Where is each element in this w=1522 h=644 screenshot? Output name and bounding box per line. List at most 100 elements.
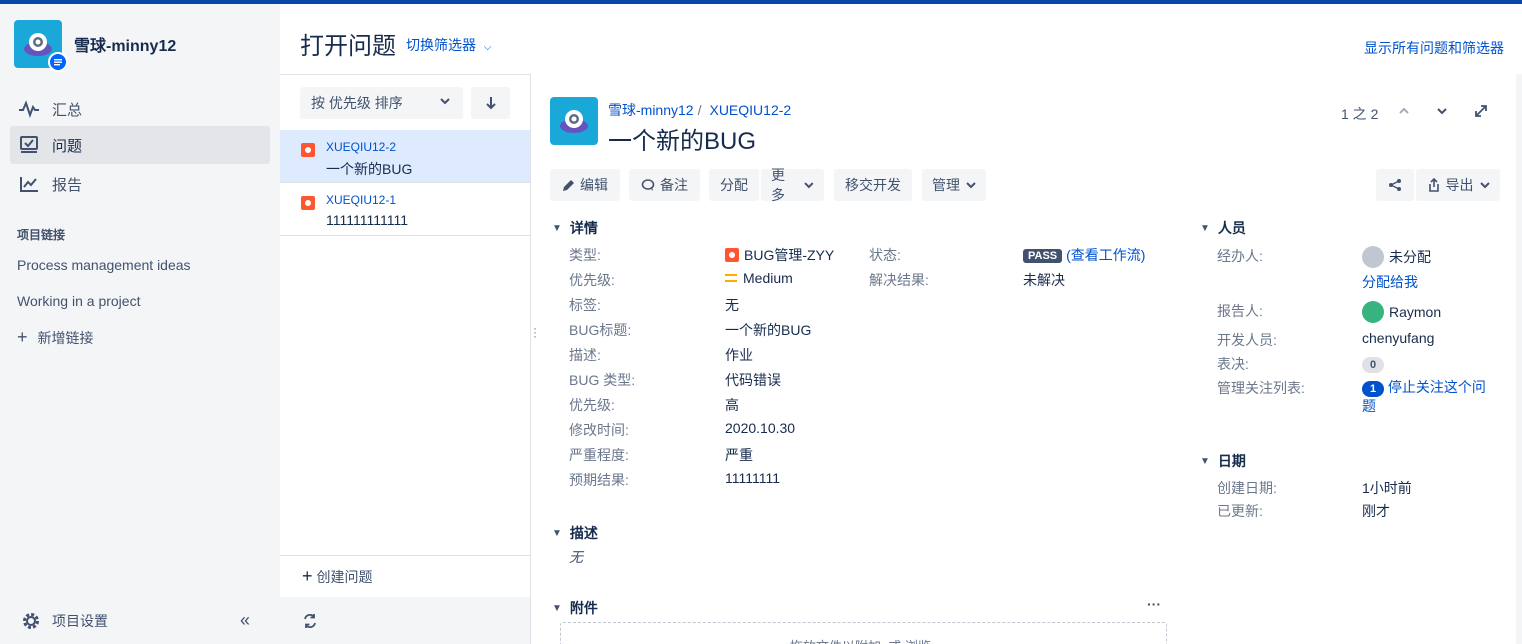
create-issue-label: 创建问题 — [316, 568, 373, 585]
chevron-down-icon: ▼ — [552, 222, 562, 234]
manage-dropdown[interactable]: 管理 — [922, 169, 986, 201]
share-icon — [1389, 179, 1401, 191]
chevron-down-icon: ▼ — [1200, 455, 1210, 467]
collapse-sidebar-button[interactable]: « — [240, 610, 250, 631]
developer-value: chenyufang — [1362, 330, 1435, 346]
previous-issue-button[interactable] — [1398, 104, 1410, 120]
breadcrumb: 雪球-minny12/XUEQIU12-2 — [608, 102, 792, 118]
project-settings-button[interactable]: 项目设置 — [20, 610, 108, 632]
chevron-down-icon — [1479, 182, 1490, 189]
votes-badge[interactable]: 0 — [1362, 357, 1384, 373]
details-section-toggle[interactable]: ▼ 详情 — [552, 218, 598, 238]
export-dropdown[interactable]: 导出 — [1416, 169, 1500, 201]
plus-icon: + — [17, 327, 28, 347]
status-value: PASS (查看工作流) — [1023, 245, 1145, 265]
developer-label: 开发人员: — [1217, 332, 1277, 348]
sidebar-item-summary[interactable]: 汇总 — [10, 90, 270, 128]
assignee-value: 未分配 — [1362, 246, 1431, 268]
issue-project-avatar — [550, 97, 598, 145]
field-label: 预期结果: — [569, 472, 629, 488]
assign-button[interactable]: 分配 — [709, 169, 759, 201]
sidebar-item-reports[interactable]: 报告 — [10, 165, 270, 203]
expand-icon — [1475, 105, 1487, 117]
panel-resize-handle[interactable]: · · · — [533, 322, 537, 342]
details-title: 详情 — [569, 220, 598, 236]
sort-label: 按 优先级 排序 — [311, 95, 403, 111]
assign-label: 分配 — [720, 177, 748, 193]
sort-by-dropdown[interactable]: 按 优先级 排序 — [300, 87, 463, 119]
sidebar-item-issues[interactable]: 问题 — [10, 126, 270, 164]
labels-value: 无 — [725, 297, 739, 313]
switch-filter-dropdown[interactable]: 切换筛选器 ⌵ — [406, 35, 491, 55]
description-field-value: 作业 — [725, 347, 753, 363]
watchers-badge: 1 — [1362, 381, 1384, 397]
transfer-to-dev-button[interactable]: 移交开发 — [834, 169, 912, 201]
create-issue-button[interactable]: + 创建问题 — [280, 555, 530, 597]
field-label: 修改时间: — [569, 422, 629, 438]
project-links-title: 项目链接 — [17, 228, 66, 242]
gear-icon — [23, 613, 39, 629]
share-button[interactable] — [1376, 169, 1414, 201]
chevron-down-icon: ▼ — [552, 602, 562, 614]
comment-icon — [641, 179, 655, 191]
field-label: BUG标题: — [569, 322, 632, 338]
reporter-label: 报告人: — [1217, 303, 1263, 319]
add-link-button[interactable]: + 新增链接 — [17, 327, 94, 348]
severity-value: 严重 — [725, 447, 753, 463]
assign-to-me-link[interactable]: 分配给我 — [1362, 272, 1418, 292]
issue-list-item[interactable]: XUEQIU12-1 111111111111 — [280, 183, 530, 236]
list-footer — [280, 597, 530, 644]
chevron-down-icon — [804, 182, 814, 189]
activity-icon — [18, 98, 40, 120]
description-section-toggle[interactable]: ▼ 描述 — [552, 523, 598, 543]
bug-type-icon — [301, 196, 315, 210]
people-section-toggle[interactable]: ▼ 人员 — [1200, 218, 1246, 238]
issues-icon — [18, 134, 40, 156]
field-label: 严重程度: — [569, 447, 629, 463]
resolution-label: 解决结果: — [869, 272, 929, 288]
field-label: 类型: — [569, 247, 601, 263]
chevron-down-icon: ▼ — [1200, 222, 1210, 234]
breadcrumb-project-link[interactable]: 雪球-minny12 — [608, 102, 694, 118]
priority-text: Medium — [743, 270, 793, 286]
project-header[interactable]: 雪球-minny12 — [14, 20, 177, 72]
chevron-down-icon — [1437, 108, 1447, 115]
reports-icon — [18, 173, 40, 195]
next-issue-button[interactable] — [1436, 104, 1448, 120]
ufo-icon — [560, 110, 588, 133]
breadcrumb-issue-link[interactable]: XUEQIU12-2 — [709, 102, 791, 118]
detail-scrollbar[interactable] — [1516, 74, 1522, 644]
description-title: 描述 — [569, 525, 598, 541]
attachments-more-button[interactable]: ··· — [1147, 596, 1161, 612]
expand-issue-button[interactable] — [1474, 104, 1488, 121]
sort-direction-button[interactable] — [471, 87, 510, 119]
bug-type-icon — [725, 248, 739, 262]
export-icon — [1428, 178, 1439, 192]
project-link-item[interactable]: Process management ideas — [17, 257, 191, 273]
field-label: 优先级: — [569, 272, 615, 288]
refresh-icon[interactable] — [302, 613, 318, 629]
sidebar-item-label: 汇总 — [52, 101, 83, 119]
view-workflow-link[interactable]: (查看工作流) — [1066, 247, 1145, 263]
issue-list-item[interactable]: XUEQIU12-2 一个新的BUG — [280, 130, 530, 183]
people-title: 人员 — [1217, 220, 1246, 236]
show-all-issues-link[interactable]: 显示所有问题和筛选器 — [1364, 38, 1504, 58]
status-badge: PASS — [1023, 249, 1063, 263]
project-link-item[interactable]: Working in a project — [17, 293, 140, 309]
chevron-down-icon — [440, 98, 450, 105]
edit-button[interactable]: 编辑 — [550, 169, 620, 201]
description-value[interactable]: 无 — [569, 547, 583, 567]
comment-button[interactable]: 备注 — [629, 169, 700, 201]
more-dropdown[interactable]: 更多 — [761, 167, 824, 203]
project-type-badge-icon — [48, 52, 68, 72]
attachments-section-toggle[interactable]: ▼ 附件 — [552, 598, 598, 618]
dates-section-toggle[interactable]: ▼ 日期 — [1200, 451, 1246, 471]
updated-label: 已更新: — [1217, 503, 1263, 519]
issue-type-text: BUG管理-ZYY — [744, 247, 835, 263]
sidebar-item-label: 报告 — [52, 176, 83, 194]
field-label: 标签: — [569, 297, 601, 313]
transfer-label: 移交开发 — [845, 177, 901, 193]
page-title: 打开问题 — [300, 33, 396, 60]
chevron-down-icon — [966, 182, 976, 189]
project-name: 雪球-minny12 — [74, 38, 177, 55]
